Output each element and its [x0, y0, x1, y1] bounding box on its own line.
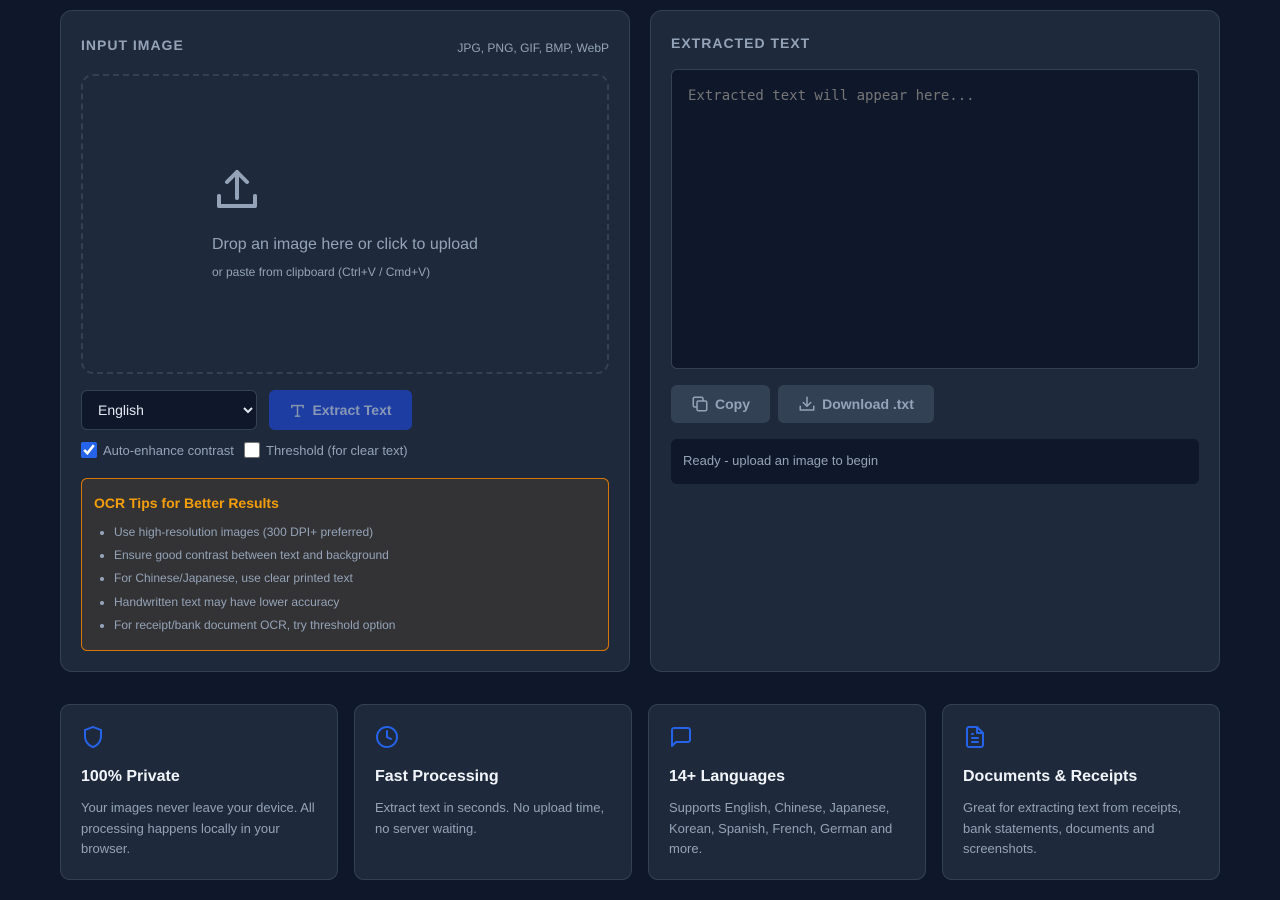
- auto-enhance-option[interactable]: Auto-enhance contrast: [81, 442, 234, 458]
- text-icon: [291, 404, 305, 417]
- shield-icon: [84, 726, 102, 748]
- chat-bubble-icon: [671, 727, 691, 747]
- feature-description: Supports English, Chinese, Japanese, Kor…: [669, 800, 893, 856]
- feature-card-languages: 14+ Languages Supports English, Chinese,…: [648, 704, 926, 880]
- feature-description: Extract text in seconds. No upload time,…: [375, 800, 605, 836]
- ocr-tips-list: Use high-resolution images (300 DPI+ pre…: [114, 524, 395, 640]
- feature-card-private: 100% Private Your images never leave you…: [60, 704, 338, 880]
- tip-item: Use high-resolution images (300 DPI+ pre…: [114, 524, 395, 547]
- language-select[interactable]: English: [81, 390, 257, 430]
- dropzone-subtext: or paste from clipboard (Ctrl+V / Cmd+V): [212, 265, 431, 279]
- download-txt-button[interactable]: Download .txt: [778, 385, 934, 423]
- copy-button[interactable]: Copy: [671, 385, 770, 423]
- tip-item: For Chinese/Japanese, use clear printed …: [114, 570, 395, 593]
- feature-title: 14+ Languages: [669, 768, 786, 785]
- feature-title: Documents & Receipts: [963, 768, 1138, 785]
- tip-item: Ensure good contrast between text and ba…: [114, 547, 395, 570]
- image-dropzone[interactable]: Drop an image here or click to upload or…: [81, 74, 609, 374]
- clock-icon: [376, 726, 398, 748]
- upload-icon: [217, 170, 257, 208]
- threshold-option[interactable]: Threshold (for clear text): [244, 442, 408, 458]
- extracted-text-area[interactable]: [671, 69, 1199, 369]
- feature-title: Fast Processing: [375, 768, 499, 785]
- download-icon: [799, 396, 815, 411]
- threshold-checkbox[interactable]: [244, 442, 260, 458]
- ocr-tips-box: OCR Tips for Better Results Use high-res…: [81, 478, 609, 651]
- copy-icon: [692, 396, 708, 412]
- dropzone-text: Drop an image here or click to upload: [212, 236, 478, 253]
- download-label: Download .txt: [822, 396, 914, 412]
- ocr-tips-title: OCR Tips for Better Results: [94, 495, 279, 511]
- extract-text-label: Extract Text: [312, 402, 392, 418]
- tip-item: For receipt/bank document OCR, try thres…: [114, 617, 395, 640]
- feature-description: Great for extracting text from receipts,…: [963, 800, 1182, 856]
- copy-label: Copy: [715, 396, 750, 412]
- feature-description: Your images never leave your device. All…: [81, 800, 315, 856]
- feature-title: 100% Private: [81, 768, 180, 785]
- input-panel: INPUT IMAGE JPG, PNG, GIF, BMP, WebP Dro…: [60, 10, 630, 672]
- feature-card-fast: Fast Processing Extract text in seconds.…: [354, 704, 632, 880]
- feature-card-documents: Documents & Receipts Great for extractin…: [942, 704, 1220, 880]
- output-panel: EXTRACTED TEXT Copy Download .txt Ready …: [650, 10, 1220, 672]
- tip-item: Handwritten text may have lower accuracy: [114, 594, 395, 617]
- status-message: Ready - upload an image to begin: [671, 439, 1199, 484]
- extract-text-button[interactable]: Extract Text: [269, 390, 412, 430]
- document-icon: [966, 726, 984, 748]
- supported-formats: JPG, PNG, GIF, BMP, WebP: [457, 41, 609, 55]
- input-panel-title: INPUT IMAGE: [81, 37, 184, 53]
- auto-enhance-label: Auto-enhance contrast: [103, 442, 234, 458]
- output-panel-title: EXTRACTED TEXT: [671, 35, 811, 51]
- threshold-label: Threshold (for clear text): [266, 442, 408, 458]
- auto-enhance-checkbox[interactable]: [81, 442, 97, 458]
